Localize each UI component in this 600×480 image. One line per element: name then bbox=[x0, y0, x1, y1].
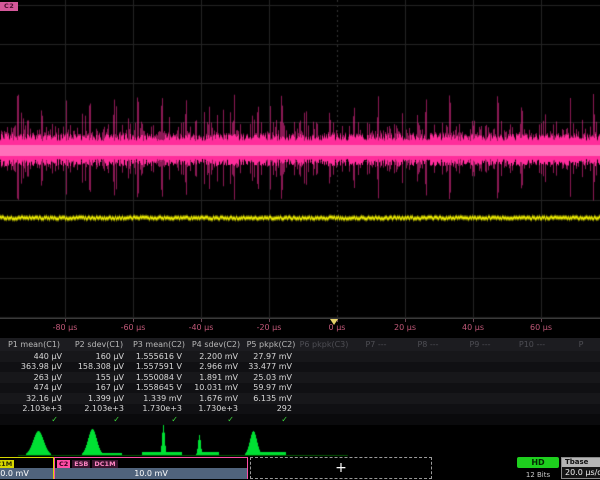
measurement-value: 2.200 mV bbox=[188, 352, 244, 361]
measurement-value: 292 bbox=[244, 404, 298, 413]
timebase-descriptor[interactable]: Tbase 20.0 µs/div bbox=[561, 457, 600, 479]
measurement-header[interactable]: P2 sdev(C1) bbox=[68, 340, 130, 349]
measurement-status-check: ✓ bbox=[130, 415, 188, 424]
measurement-table: P1 mean(C1)P2 sdev(C1)P3 mean(C2)P4 sdev… bbox=[0, 338, 600, 425]
hd-bits-label: 12 Bits bbox=[517, 470, 559, 480]
time-axis-label: 40 µs bbox=[462, 323, 484, 332]
axis-tick bbox=[201, 319, 202, 322]
c2-coupling-badge: DC1M bbox=[92, 460, 117, 468]
measurement-value: 1.730e+3 bbox=[130, 404, 188, 413]
measurement-header[interactable]: P4 sdev(C2) bbox=[188, 340, 244, 349]
time-axis-label: -80 µs bbox=[53, 323, 78, 332]
c2-name-badge: C2 bbox=[57, 460, 70, 468]
measurement-header[interactable]: P1 mean(C1) bbox=[0, 340, 68, 349]
measurement-value: 474 µV bbox=[0, 383, 68, 392]
c1-scale-value: 10.0 mV bbox=[0, 468, 53, 479]
timebase-title: Tbase bbox=[562, 458, 600, 467]
measurement-value: 33.477 mV bbox=[244, 362, 298, 371]
channel-c2-descriptor[interactable]: C2 ESB DC1M 10.0 mV bbox=[54, 457, 248, 479]
time-axis-label: -40 µs bbox=[189, 323, 214, 332]
measurement-value: 1.339 mV bbox=[130, 394, 188, 403]
measurement-value: 2.966 mV bbox=[188, 362, 244, 371]
measurement-value: 155 µV bbox=[68, 373, 130, 382]
measurement-value: 1.891 mV bbox=[188, 373, 244, 382]
measurement-status-check: ✓ bbox=[68, 415, 130, 424]
axis-tick bbox=[405, 319, 406, 322]
measurement-value: 1.557591 V bbox=[130, 362, 188, 371]
c2-esb-badge: ESB bbox=[72, 460, 90, 468]
measurement-histicons bbox=[0, 424, 600, 458]
measurement-header[interactable]: P7 --- bbox=[350, 340, 402, 349]
timebase-value: 20.0 µs/div bbox=[562, 467, 600, 478]
time-axis-label: -20 µs bbox=[257, 323, 282, 332]
measurement-value: 6.135 mV bbox=[244, 394, 298, 403]
measurement-header[interactable]: P5 pkpk(C2) bbox=[244, 340, 298, 349]
measurement-value: 10.031 mV bbox=[188, 383, 244, 392]
measurement-value: 440 µV bbox=[0, 352, 68, 361]
measurement-value: 1.555616 V bbox=[130, 352, 188, 361]
measurement-value: 59.97 mV bbox=[244, 383, 298, 392]
oscilloscope-screen: C2 -100 µs-80 µs-60 µs-40 µs-20 µs0 µs20… bbox=[0, 0, 600, 480]
hd-mode-badge[interactable]: HD bbox=[517, 457, 559, 468]
time-axis-label: 60 µs bbox=[530, 323, 552, 332]
measurement-status-check: ✓ bbox=[0, 415, 68, 424]
add-trace-button[interactable]: + bbox=[250, 457, 432, 479]
waveform-display[interactable] bbox=[0, 0, 600, 318]
c2-scale-value: 10.0 mV bbox=[55, 468, 247, 479]
measurement-value: 1.676 mV bbox=[188, 394, 244, 403]
measurement-header[interactable]: P8 --- bbox=[402, 340, 454, 349]
axis-tick bbox=[65, 319, 66, 322]
measurement-header[interactable]: P3 mean(C2) bbox=[130, 340, 188, 349]
measurement-status-check: ✓ bbox=[244, 415, 298, 424]
axis-tick bbox=[269, 319, 270, 322]
c1-coupling-badge: DC1M bbox=[0, 460, 14, 468]
measurement-value: 27.97 mV bbox=[244, 352, 298, 361]
measurement-value: 2.103e+3 bbox=[0, 404, 68, 413]
time-axis: -100 µs-80 µs-60 µs-40 µs-20 µs0 µs20 µs… bbox=[0, 318, 600, 336]
measurement-header[interactable]: P6 pkpk(C3) bbox=[298, 340, 350, 349]
measurement-value: 160 µV bbox=[68, 352, 130, 361]
channel-c1-descriptor[interactable]: DC1M 10.0 mV bbox=[0, 457, 54, 479]
measurement-value: 1.558645 V bbox=[130, 383, 188, 392]
axis-tick bbox=[541, 319, 542, 322]
measurement-value: 1.550084 V bbox=[130, 373, 188, 382]
axis-tick bbox=[133, 319, 134, 322]
time-axis-label: 20 µs bbox=[394, 323, 416, 332]
measurement-value: 363.98 µV bbox=[0, 362, 68, 371]
measurement-header[interactable]: P bbox=[558, 340, 600, 349]
measurement-status-check: ✓ bbox=[188, 415, 244, 424]
measurement-header[interactable]: P9 --- bbox=[454, 340, 506, 349]
measurement-value: 1.399 µV bbox=[68, 394, 130, 403]
axis-tick bbox=[473, 319, 474, 322]
trace-label-badge[interactable]: C2 bbox=[0, 2, 18, 11]
measurement-header[interactable]: P10 --- bbox=[506, 340, 558, 349]
time-axis-label: -60 µs bbox=[121, 323, 146, 332]
measurement-value: 158.308 µV bbox=[68, 362, 130, 371]
measurement-value: 2.103e+3 bbox=[68, 404, 130, 413]
measurement-value: 263 µV bbox=[0, 373, 68, 382]
measurement-value: 32.16 µV bbox=[0, 394, 68, 403]
measurement-value: 167 µV bbox=[68, 383, 130, 392]
trigger-position-marker[interactable] bbox=[330, 319, 338, 325]
measurement-value: 1.730e+3 bbox=[188, 404, 244, 413]
measurement-value: 25.03 mV bbox=[244, 373, 298, 382]
